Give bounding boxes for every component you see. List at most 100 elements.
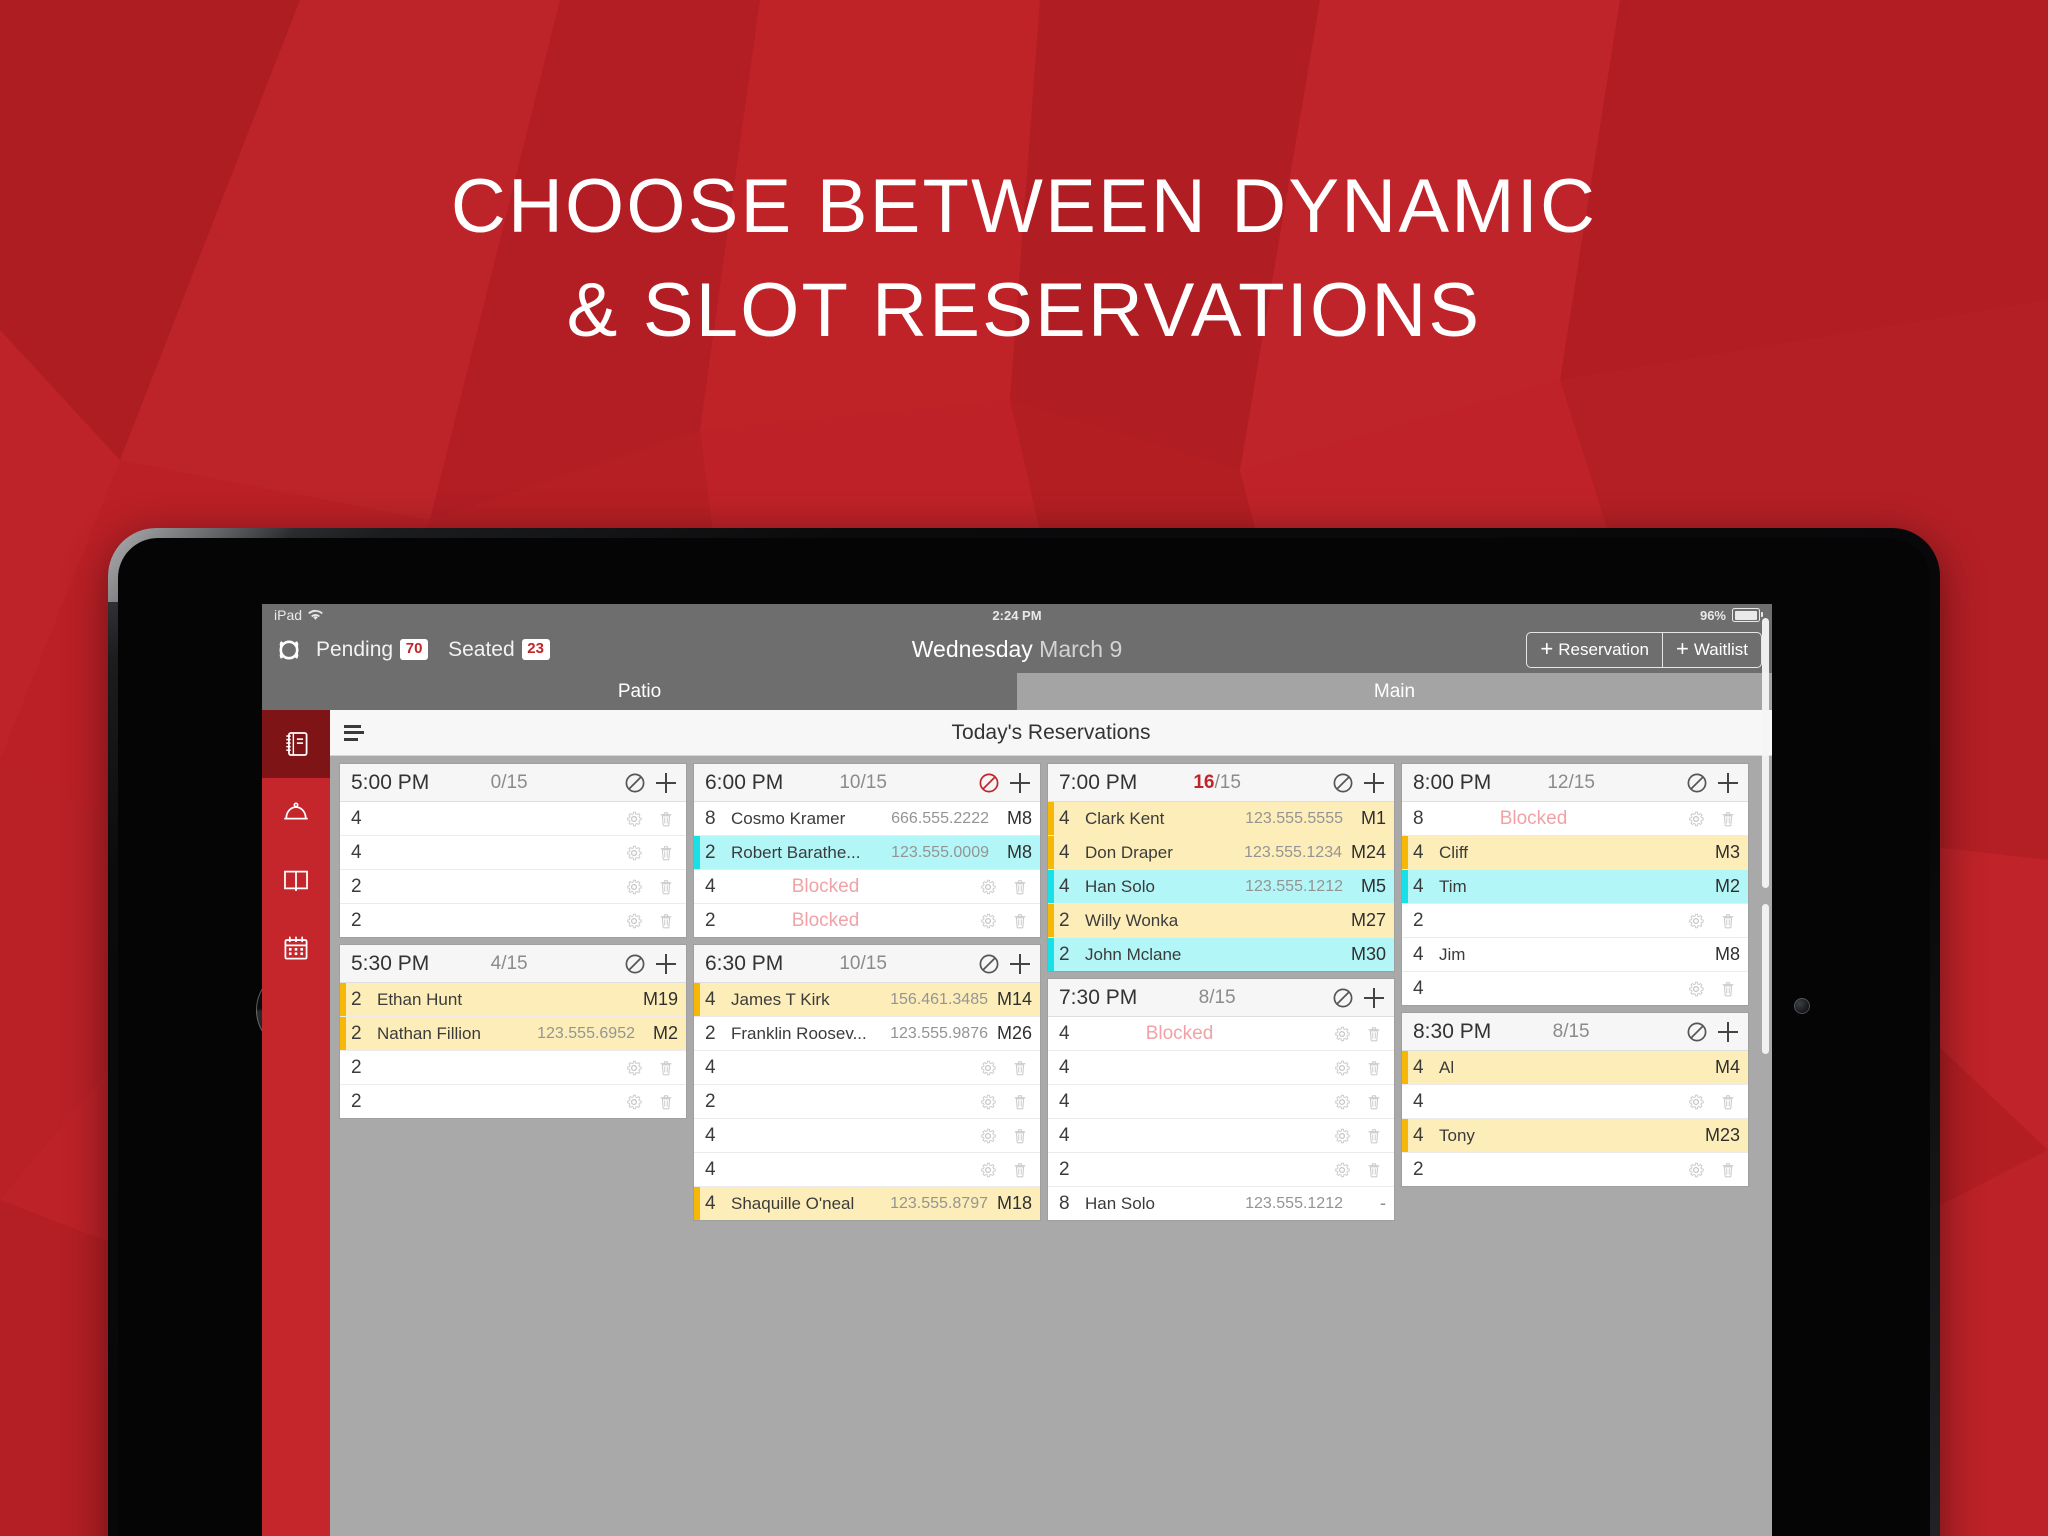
add-reservation-to-slot-icon[interactable] <box>1716 1020 1740 1044</box>
block-slot-icon[interactable] <box>977 771 1001 795</box>
gear-icon[interactable] <box>1333 1093 1351 1111</box>
add-reservation-to-slot-icon[interactable] <box>1716 771 1740 795</box>
reservation-row[interactable]: 2 <box>694 1085 1040 1119</box>
reservation-row[interactable]: 4 Cliff M3 <box>1402 836 1748 870</box>
reservation-row[interactable]: 2 <box>1048 1153 1394 1187</box>
reservation-row[interactable]: 4 <box>694 1051 1040 1085</box>
add-reservation-to-slot-icon[interactable] <box>654 771 678 795</box>
reservation-row[interactable]: 2 Franklin Roosev... 123.555.9876 M26 <box>694 1017 1040 1051</box>
reservation-row[interactable]: 2 John Mclane M30 <box>1048 938 1394 971</box>
seated-stat[interactable]: Seated 23 <box>448 638 550 662</box>
reservation-row[interactable]: 8 Blocked <box>1402 802 1748 836</box>
reservation-row[interactable]: 4 <box>694 1153 1040 1187</box>
gear-icon[interactable] <box>979 912 997 930</box>
sidebar-item-reservations[interactable] <box>262 710 330 778</box>
vertical-scrollbar[interactable] <box>1762 618 1769 888</box>
reservation-row[interactable]: 2 <box>340 904 686 937</box>
reservation-row[interactable]: 8 Han Solo 123.555.1212 - <box>1048 1187 1394 1220</box>
sidebar-item-calendar[interactable] <box>262 914 330 982</box>
reservation-row[interactable]: 4 <box>1048 1051 1394 1085</box>
gear-icon[interactable] <box>625 912 643 930</box>
reservation-row[interactable]: 2 <box>1402 904 1748 938</box>
reservation-row[interactable]: 4 Shaquille O'neal 123.555.8797 M18 <box>694 1187 1040 1220</box>
gear-icon[interactable] <box>1687 810 1705 828</box>
trash-icon[interactable] <box>1365 1025 1383 1043</box>
trash-icon[interactable] <box>1719 912 1737 930</box>
reservation-row[interactable]: 4 <box>1402 972 1748 1005</box>
gear-icon[interactable] <box>625 810 643 828</box>
reservation-row[interactable]: 4 <box>340 836 686 870</box>
reservation-row[interactable]: 4 Clark Kent 123.555.5555 M1 <box>1048 802 1394 836</box>
trash-icon[interactable] <box>657 878 675 896</box>
add-reservation-button[interactable]: + Reservation <box>1527 633 1662 667</box>
reservation-row[interactable]: 2 <box>1402 1153 1748 1186</box>
reservation-row[interactable]: 2 <box>340 870 686 904</box>
reservation-row[interactable]: 4 Don Draper 123.555.1234 M24 <box>1048 836 1394 870</box>
add-reservation-to-slot-icon[interactable] <box>654 952 678 976</box>
trash-icon[interactable] <box>1011 1127 1029 1145</box>
reservation-row[interactable]: 8 Cosmo Kramer 666.555.2222 M8 <box>694 802 1040 836</box>
reservation-row[interactable]: 2 Nathan Fillion 123.555.6952 M2 <box>340 1017 686 1051</box>
block-slot-icon[interactable] <box>977 952 1001 976</box>
reservation-row[interactable]: 4 Blocked <box>694 870 1040 904</box>
reservation-row[interactable]: 4 <box>1048 1119 1394 1153</box>
gear-icon[interactable] <box>1333 1059 1351 1077</box>
gear-icon[interactable] <box>979 878 997 896</box>
reservation-row[interactable]: 4 Jim M8 <box>1402 938 1748 972</box>
block-slot-icon[interactable] <box>623 771 647 795</box>
reservation-row[interactable]: 4 Han Solo 123.555.1212 M5 <box>1048 870 1394 904</box>
gear-icon[interactable] <box>625 1093 643 1111</box>
gear-icon[interactable] <box>1687 912 1705 930</box>
trash-icon[interactable] <box>657 810 675 828</box>
gear-icon[interactable] <box>1687 1161 1705 1179</box>
gear-icon[interactable] <box>625 1059 643 1077</box>
reservation-row[interactable]: 2 Robert Barathe... 123.555.0009 M8 <box>694 836 1040 870</box>
trash-icon[interactable] <box>657 1093 675 1111</box>
reservation-row[interactable]: 2 <box>340 1051 686 1085</box>
add-waitlist-button[interactable]: + Waitlist <box>1661 632 1761 667</box>
reservation-row[interactable]: 2 Willy Wonka M27 <box>1048 904 1394 938</box>
reservation-row[interactable]: 4 James T Kirk 156.461.3485 M14 <box>694 983 1040 1017</box>
gear-icon[interactable] <box>1687 980 1705 998</box>
gear-icon[interactable] <box>1333 1161 1351 1179</box>
gear-icon[interactable] <box>979 1093 997 1111</box>
trash-icon[interactable] <box>1365 1127 1383 1145</box>
vertical-scrollbar-secondary[interactable] <box>1762 904 1769 1054</box>
trash-icon[interactable] <box>1365 1161 1383 1179</box>
gear-icon[interactable] <box>1333 1025 1351 1043</box>
block-slot-icon[interactable] <box>1331 986 1355 1010</box>
room-tab-patio[interactable]: Patio <box>262 673 1017 710</box>
trash-icon[interactable] <box>1365 1059 1383 1077</box>
block-slot-icon[interactable] <box>1331 771 1355 795</box>
pending-stat[interactable]: Pending 70 <box>316 638 429 662</box>
sidebar-item-service[interactable] <box>262 778 330 846</box>
add-reservation-to-slot-icon[interactable] <box>1008 952 1032 976</box>
add-reservation-to-slot-icon[interactable] <box>1362 771 1386 795</box>
reservation-row[interactable]: 4 <box>340 802 686 836</box>
trash-icon[interactable] <box>1011 878 1029 896</box>
reservation-row[interactable]: 2 Ethan Hunt M19 <box>340 983 686 1017</box>
reservation-row[interactable]: 4 <box>1402 1085 1748 1119</box>
trash-icon[interactable] <box>657 912 675 930</box>
add-reservation-to-slot-icon[interactable] <box>1362 986 1386 1010</box>
reservation-row[interactable]: 4 Al M4 <box>1402 1051 1748 1085</box>
sidebar-item-guestbook[interactable] <box>262 846 330 914</box>
trash-icon[interactable] <box>1719 1161 1737 1179</box>
gear-icon[interactable] <box>1333 1127 1351 1145</box>
trash-icon[interactable] <box>1719 1093 1737 1111</box>
trash-icon[interactable] <box>1011 1093 1029 1111</box>
gear-icon[interactable] <box>625 878 643 896</box>
trash-icon[interactable] <box>657 844 675 862</box>
gear-icon[interactable] <box>979 1127 997 1145</box>
trash-icon[interactable] <box>1365 1093 1383 1111</box>
reservation-row[interactable]: 2 Blocked <box>694 904 1040 937</box>
trash-icon[interactable] <box>1011 1059 1029 1077</box>
gear-icon[interactable] <box>1687 1093 1705 1111</box>
gear-icon[interactable] <box>979 1059 997 1077</box>
gear-icon[interactable] <box>979 1161 997 1179</box>
reservation-row[interactable]: 4 <box>1048 1085 1394 1119</box>
gear-icon[interactable] <box>625 844 643 862</box>
block-slot-icon[interactable] <box>1685 1020 1709 1044</box>
reservation-row[interactable]: 2 <box>340 1085 686 1118</box>
list-view-icon[interactable] <box>344 724 364 741</box>
